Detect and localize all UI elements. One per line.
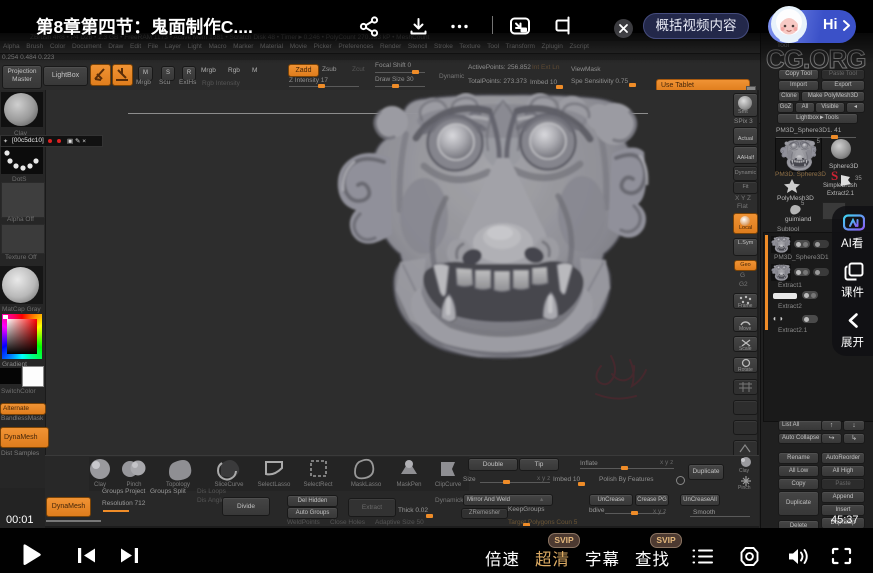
svg-text:Clay: Clay	[739, 468, 750, 474]
svg-text:Scale: Scale	[739, 346, 752, 351]
svg-text:ClipCurve: ClipCurve	[435, 482, 462, 488]
svg-text:Pinch: Pinch	[738, 485, 751, 490]
svg-text:MaskLasso: MaskLasso	[351, 482, 382, 488]
svg-text:MaskPen: MaskPen	[396, 482, 421, 488]
svg-text:Move: Move	[739, 326, 751, 331]
svg-text:Frame: Frame	[738, 303, 753, 308]
svg-text:SelectLasso: SelectLasso	[258, 482, 291, 488]
svg-text:SelectRect: SelectRect	[303, 482, 332, 488]
svg-text:Rotate: Rotate	[738, 367, 753, 372]
